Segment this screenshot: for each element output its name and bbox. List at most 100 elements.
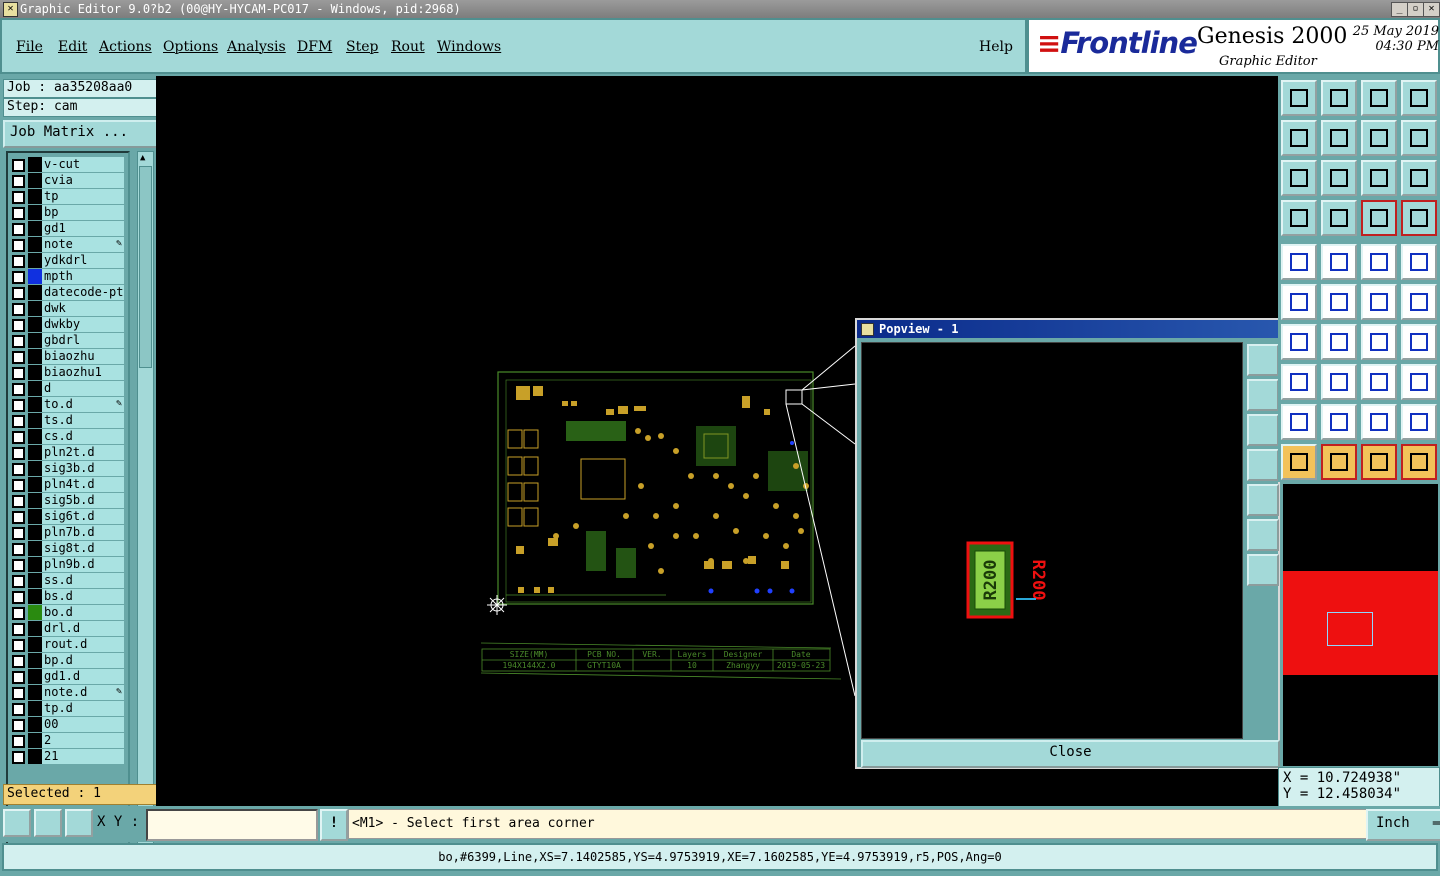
layer-row[interactable]: pln2t.d bbox=[10, 445, 124, 460]
popview-title-bar[interactable]: Popview - 1 ✕ bbox=[857, 320, 1300, 338]
layer-row[interactable]: bs.d bbox=[10, 589, 124, 604]
move-layer-icon[interactable] bbox=[1321, 80, 1357, 116]
layer-row[interactable]: bp.d bbox=[10, 653, 124, 668]
layer-checkbox[interactable] bbox=[12, 399, 25, 412]
layer-name[interactable]: tp.d bbox=[42, 701, 124, 716]
layer-color-swatch[interactable] bbox=[28, 701, 42, 716]
layer-checkbox[interactable] bbox=[12, 447, 25, 460]
layer-color-swatch[interactable] bbox=[28, 509, 42, 524]
layer-row[interactable]: note ✎ bbox=[10, 237, 124, 252]
layer-checkbox[interactable] bbox=[12, 319, 25, 332]
layer-color-swatch[interactable] bbox=[28, 653, 42, 668]
layer-name[interactable]: cvia bbox=[42, 173, 124, 188]
mirror-icon[interactable] bbox=[1401, 120, 1437, 156]
layer-name[interactable]: pln9b.d bbox=[42, 557, 124, 572]
layer-name[interactable]: sig6t.d bbox=[42, 509, 124, 524]
layer-checkbox[interactable] bbox=[12, 159, 25, 172]
layer-checkbox[interactable] bbox=[12, 431, 25, 444]
layer-row[interactable]: cs.d bbox=[10, 429, 124, 444]
line-icon[interactable] bbox=[1321, 324, 1357, 360]
layer-checkbox[interactable] bbox=[12, 223, 25, 236]
units-selector[interactable]: Inch ═ bbox=[1366, 809, 1440, 841]
layer-checkbox[interactable] bbox=[12, 591, 25, 604]
layer-scrollbar[interactable]: ▲ ▼ bbox=[137, 151, 154, 858]
probe-icon[interactable] bbox=[1321, 200, 1357, 236]
layer-name[interactable]: biaozhu bbox=[42, 349, 124, 364]
layer-checkbox[interactable] bbox=[12, 623, 25, 636]
layer-name[interactable]: tp bbox=[42, 189, 124, 204]
triangle-a-icon[interactable] bbox=[1321, 404, 1357, 440]
layer-row[interactable]: 2 bbox=[10, 733, 124, 748]
select-point-icon[interactable] bbox=[1281, 364, 1317, 400]
layer-row[interactable]: ss.d bbox=[10, 573, 124, 588]
layer-row[interactable]: sig3b.d bbox=[10, 461, 124, 476]
layer-color-swatch[interactable] bbox=[28, 285, 42, 300]
popview-pan-right-icon[interactable] bbox=[1247, 484, 1279, 516]
zoom-center-icon[interactable] bbox=[1321, 160, 1357, 196]
layer-row[interactable]: dwkby bbox=[10, 317, 124, 332]
layer-checkbox[interactable] bbox=[12, 463, 25, 476]
layer-checkbox[interactable] bbox=[12, 735, 25, 748]
layer-color-swatch[interactable] bbox=[28, 429, 42, 444]
layer-stack-icon[interactable] bbox=[1401, 200, 1437, 236]
layer-row[interactable]: 21 bbox=[10, 749, 124, 764]
layer-color-swatch[interactable] bbox=[28, 205, 42, 220]
layer-name[interactable]: drl.d bbox=[42, 621, 124, 636]
layer-row[interactable]: sig6t.d bbox=[10, 509, 124, 524]
menu-edit[interactable]: Edit bbox=[58, 39, 87, 55]
text-f-icon[interactable] bbox=[1401, 324, 1437, 360]
layer-color-swatch[interactable] bbox=[28, 221, 42, 236]
layer-name[interactable]: 21 bbox=[42, 749, 124, 764]
layer-name[interactable]: to.d bbox=[42, 397, 124, 412]
popview-fit-icon[interactable] bbox=[1247, 554, 1279, 586]
snap-grid-icon[interactable] bbox=[65, 809, 93, 837]
ruler-icon[interactable] bbox=[1361, 244, 1397, 280]
layer-color-swatch[interactable] bbox=[28, 637, 42, 652]
menu-options[interactable]: Options bbox=[163, 39, 218, 55]
layer-row[interactable]: ydkdrl bbox=[10, 253, 124, 268]
layer-checkbox[interactable] bbox=[12, 335, 25, 348]
layer-color-swatch[interactable] bbox=[28, 717, 42, 732]
layer-checkbox[interactable] bbox=[12, 383, 25, 396]
window-split-icon[interactable] bbox=[1401, 80, 1437, 116]
popview-zoom-icon[interactable] bbox=[1247, 344, 1279, 376]
layer-checkbox[interactable] bbox=[12, 415, 25, 428]
layer-name[interactable]: mpth bbox=[42, 269, 124, 284]
layer-name[interactable]: cs.d bbox=[42, 429, 124, 444]
layer-row[interactable]: bp bbox=[10, 205, 124, 220]
layer-row[interactable]: tp bbox=[10, 189, 124, 204]
layer-name[interactable]: bp bbox=[42, 205, 124, 220]
layer-color-swatch[interactable] bbox=[28, 237, 42, 252]
layer-checkbox[interactable] bbox=[12, 671, 25, 684]
layer-checkbox[interactable] bbox=[12, 575, 25, 588]
layer-checkbox[interactable] bbox=[12, 751, 25, 764]
connect-icon[interactable] bbox=[1361, 284, 1397, 320]
layer-row[interactable]: cvia bbox=[10, 173, 124, 188]
layer-row[interactable]: dwk bbox=[10, 301, 124, 316]
menu-rout[interactable]: Rout bbox=[391, 39, 425, 55]
layer-color-swatch[interactable] bbox=[28, 541, 42, 556]
layer-name[interactable]: bp.d bbox=[42, 653, 124, 668]
snap-angle-icon[interactable] bbox=[34, 809, 62, 837]
layer-color-swatch[interactable] bbox=[28, 605, 42, 620]
layer-checkbox[interactable] bbox=[12, 543, 25, 556]
layer-checkbox[interactable] bbox=[12, 719, 25, 732]
copy-layer-icon[interactable] bbox=[1281, 80, 1317, 116]
snap-pad-icon[interactable] bbox=[1281, 244, 1317, 280]
layer-name[interactable]: bs.d bbox=[42, 589, 124, 604]
layer-row[interactable]: to.d ✎ bbox=[10, 397, 124, 412]
arc-icon[interactable] bbox=[1361, 324, 1397, 360]
xy-input[interactable] bbox=[146, 809, 318, 841]
pad-icon[interactable] bbox=[1401, 244, 1437, 280]
menu-file[interactable]: File bbox=[16, 39, 43, 55]
layer-row[interactable]: sig5b.d bbox=[10, 493, 124, 508]
triangle-b-icon[interactable] bbox=[1361, 404, 1397, 440]
menu-help[interactable]: Help bbox=[979, 39, 1013, 55]
layer-checkbox[interactable] bbox=[12, 367, 25, 380]
popview-pan-down-icon[interactable] bbox=[1247, 414, 1279, 446]
dimension-icon[interactable] bbox=[1361, 364, 1397, 400]
layer-name[interactable]: ss.d bbox=[42, 573, 124, 588]
layer-color-swatch[interactable] bbox=[28, 157, 42, 172]
layer-row[interactable]: pln7b.d bbox=[10, 525, 124, 540]
layer-color-swatch[interactable] bbox=[28, 317, 42, 332]
